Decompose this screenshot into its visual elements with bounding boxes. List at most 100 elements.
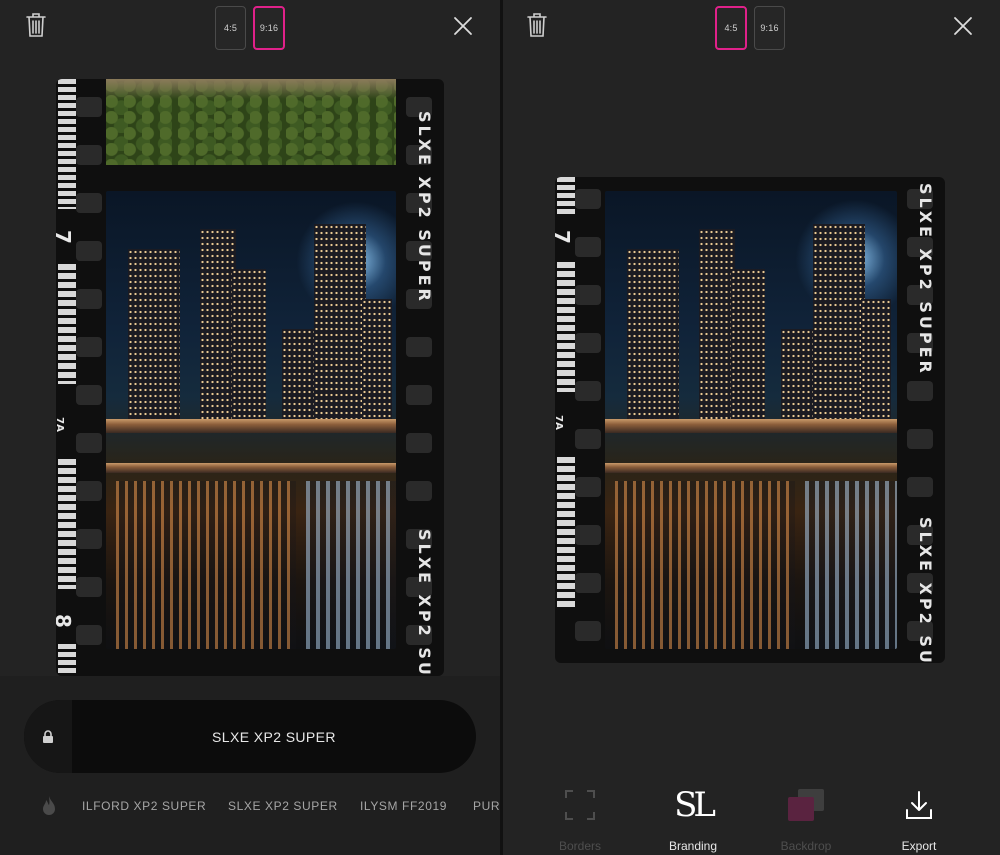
trending-button[interactable] <box>40 795 60 817</box>
sprocket-hole <box>907 477 933 497</box>
skyscraper <box>362 299 392 419</box>
ratio-4-5-button[interactable]: 4:5 <box>215 6 246 50</box>
branding-button[interactable]: SL Branding <box>648 785 738 855</box>
sprocket-hole <box>76 385 102 405</box>
bridge <box>605 463 897 473</box>
sprocket-hole <box>575 525 601 545</box>
backdrop-label: Backdrop <box>780 839 832 853</box>
sprocket-hole <box>406 433 432 453</box>
sprocket-hole <box>575 237 601 257</box>
trash-icon <box>26 13 46 37</box>
sprocket-hole <box>76 145 102 165</box>
frame-number: 7 <box>555 230 574 244</box>
sprocket-hole <box>575 333 601 353</box>
sprocket-hole <box>575 285 601 305</box>
sprocket-hole <box>76 481 102 501</box>
edge-code-bar <box>557 177 575 217</box>
skyscraper <box>813 224 865 419</box>
delete-button[interactable] <box>521 9 553 41</box>
sprocket-hole <box>76 433 102 453</box>
preset-item[interactable]: SLXE XP2 SUPER <box>228 799 338 813</box>
sprocket-hole <box>907 381 933 401</box>
frame-sub-label: 7A <box>555 415 564 430</box>
lock-button[interactable] <box>24 700 72 773</box>
edge-code-bar <box>557 262 575 392</box>
sprocket-hole <box>76 625 102 645</box>
close-button[interactable] <box>447 10 479 42</box>
skyscraper <box>861 299 891 419</box>
backdrop-icon <box>788 789 824 821</box>
skyscraper <box>314 224 366 419</box>
app-root: 4:5 9:16 7 7A 8 <box>0 0 1000 855</box>
film-edge-text: SLXE XP2 SUPER <box>916 517 935 663</box>
sprocket-hole <box>575 189 601 209</box>
edge-code-bar <box>58 79 76 209</box>
export-icon <box>906 791 932 819</box>
sprocket-hole <box>575 429 601 449</box>
backdrop-button[interactable]: Backdrop <box>761 785 851 855</box>
preset-item[interactable]: PURE <box>473 799 500 813</box>
road-curve <box>106 79 396 99</box>
branding-label: Branding <box>668 839 718 853</box>
preset-item[interactable]: ILFORD XP2 SUPER <box>82 799 206 813</box>
lock-icon <box>43 729 53 743</box>
sprocket-hole <box>907 429 933 449</box>
sprocket-hole <box>406 385 432 405</box>
borders-icon <box>565 790 595 820</box>
city-night-photo <box>106 191 396 649</box>
borders-button[interactable]: Borders <box>535 785 625 855</box>
skyscraper <box>282 329 316 419</box>
close-icon <box>954 17 972 35</box>
sprocket-hole <box>406 337 432 357</box>
film-edge-text: SLXE XP2 SUPER <box>916 183 935 376</box>
skyscraper <box>200 229 236 419</box>
sprocket-hole <box>575 381 601 401</box>
close-button[interactable] <box>947 10 979 42</box>
skyscraper <box>781 329 815 419</box>
skyscraper <box>731 269 765 419</box>
preset-item[interactable]: ILYSM FF2019 <box>360 799 447 813</box>
sprocket-hole <box>575 573 601 593</box>
flame-icon <box>43 796 55 815</box>
close-icon <box>454 17 472 35</box>
frame-sub-label: 7A <box>56 417 65 432</box>
water-reflection <box>615 481 795 649</box>
export-icon-wrap <box>899 785 939 825</box>
sprocket-hole <box>406 481 432 501</box>
edge-code-bar <box>58 644 76 676</box>
sprocket-hole <box>76 577 102 597</box>
edge-code-bar <box>58 264 76 384</box>
active-preset-label: SLXE XP2 SUPER <box>212 728 336 745</box>
sprocket-hole <box>76 337 102 357</box>
editor-panel-4-5: 4:5 9:16 7 7A <box>503 0 1000 855</box>
skyscraper <box>128 249 180 419</box>
sprocket-hole <box>76 529 102 549</box>
delete-button[interactable] <box>20 9 52 41</box>
ratio-9-16-button[interactable]: 9:16 <box>253 6 285 50</box>
skyscraper <box>627 249 679 419</box>
edge-code-bar <box>58 459 76 589</box>
frame-number: 8 <box>56 614 75 628</box>
sprocket-hole <box>575 621 601 641</box>
water-reflection <box>306 481 396 649</box>
film-strip-preview: 7 7A 8 <box>56 79 444 676</box>
sprocket-hole <box>76 97 102 117</box>
sprocket-hole <box>575 477 601 497</box>
preset-selector[interactable]: SLXE XP2 SUPER <box>24 700 476 773</box>
bridge <box>605 419 897 433</box>
borders-icon-wrap <box>560 785 600 825</box>
ratio-9-16-button[interactable]: 9:16 <box>754 6 785 50</box>
branding-icon-wrap: SL <box>673 785 716 825</box>
water-reflection <box>805 481 897 649</box>
sprocket-hole <box>76 289 102 309</box>
export-button[interactable]: Export <box>874 785 964 855</box>
edge-code-bar <box>557 457 575 607</box>
skyscraper <box>699 229 735 419</box>
ratio-4-5-button[interactable]: 4:5 <box>715 6 747 50</box>
frame-number: 7 <box>56 230 75 244</box>
bridge <box>106 463 396 473</box>
sprocket-hole <box>76 241 102 261</box>
editor-panel-9-16: 4:5 9:16 7 7A 8 <box>0 0 500 855</box>
water-reflection <box>116 481 296 649</box>
branding-icon: SL <box>674 785 716 825</box>
